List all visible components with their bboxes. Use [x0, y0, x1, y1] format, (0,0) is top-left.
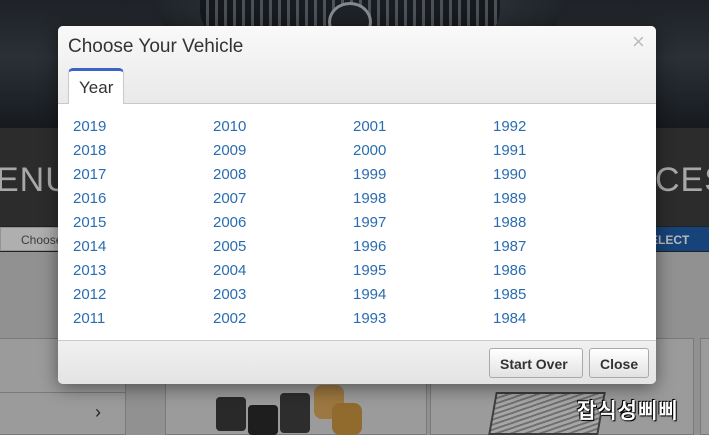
start-over-button[interactable]: Start Over: [489, 348, 583, 378]
year-link[interactable]: 1994: [353, 283, 483, 307]
year-link[interactable]: 2019: [73, 115, 203, 139]
year-link[interactable]: 2007: [213, 187, 343, 211]
year-link[interactable]: 2008: [213, 163, 343, 187]
year-link[interactable]: 1985: [493, 283, 623, 307]
close-button[interactable]: Close: [589, 348, 649, 378]
watermark: 잡식성삐삐: [577, 400, 679, 423]
year-link[interactable]: 1997: [353, 211, 483, 235]
year-link[interactable]: 1987: [493, 235, 623, 259]
modal-footer: Start Over Close: [58, 340, 656, 384]
year-link[interactable]: 1984: [493, 307, 623, 331]
year-link[interactable]: 2017: [73, 163, 203, 187]
year-link[interactable]: 2006: [213, 211, 343, 235]
year-link[interactable]: 2018: [73, 139, 203, 163]
year-list: 2019 2018 2017 2016 2015 2014 2013 2012 2011 201…: [58, 105, 656, 340]
year-column: 2010 2009 2008 2007 2006 2005 2004 2003 2002: [213, 115, 343, 331]
year-link[interactable]: 2016: [73, 187, 203, 211]
year-link[interactable]: 1989: [493, 187, 623, 211]
year-link[interactable]: 2000: [353, 139, 483, 163]
year-link[interactable]: 2002: [213, 307, 343, 331]
year-link[interactable]: 2013: [73, 259, 203, 283]
year-link[interactable]: 2014: [73, 235, 203, 259]
year-link[interactable]: 2003: [213, 283, 343, 307]
year-link[interactable]: 1998: [353, 187, 483, 211]
choose-vehicle-modal: Choose Your Vehicle × Year 2019 2018 2017 2…: [58, 26, 656, 384]
year-link[interactable]: 2001: [353, 115, 483, 139]
year-link[interactable]: 1991: [493, 139, 623, 163]
year-link[interactable]: 1996: [353, 235, 483, 259]
year-link[interactable]: 2015: [73, 211, 203, 235]
year-link[interactable]: 1990: [493, 163, 623, 187]
year-link[interactable]: 2009: [213, 139, 343, 163]
year-link[interactable]: 2004: [213, 259, 343, 283]
year-column: 2001 2000 1999 1998 1997 1996 1995 1994 1993: [353, 115, 483, 331]
close-icon[interactable]: ×: [632, 31, 645, 53]
year-column: 2019 2018 2017 2016 2015 2014 2013 2012 2011: [73, 115, 203, 331]
year-link[interactable]: 1992: [493, 115, 623, 139]
tab-year[interactable]: Year: [68, 68, 124, 104]
year-link[interactable]: 1988: [493, 211, 623, 235]
year-link[interactable]: 2005: [213, 235, 343, 259]
year-column: 1992 1991 1990 1989 1988 1987 1986 1985 1984: [493, 115, 623, 331]
year-link[interactable]: 2011: [73, 307, 203, 331]
year-link[interactable]: 2012: [73, 283, 203, 307]
year-link[interactable]: 2010: [213, 115, 343, 139]
year-link[interactable]: 1993: [353, 307, 483, 331]
modal-title: Choose Your Vehicle: [68, 36, 244, 57]
year-link[interactable]: 1999: [353, 163, 483, 187]
year-link[interactable]: 1995: [353, 259, 483, 283]
year-link[interactable]: 1986: [493, 259, 623, 283]
modal-header: Choose Your Vehicle × Year: [58, 26, 656, 104]
